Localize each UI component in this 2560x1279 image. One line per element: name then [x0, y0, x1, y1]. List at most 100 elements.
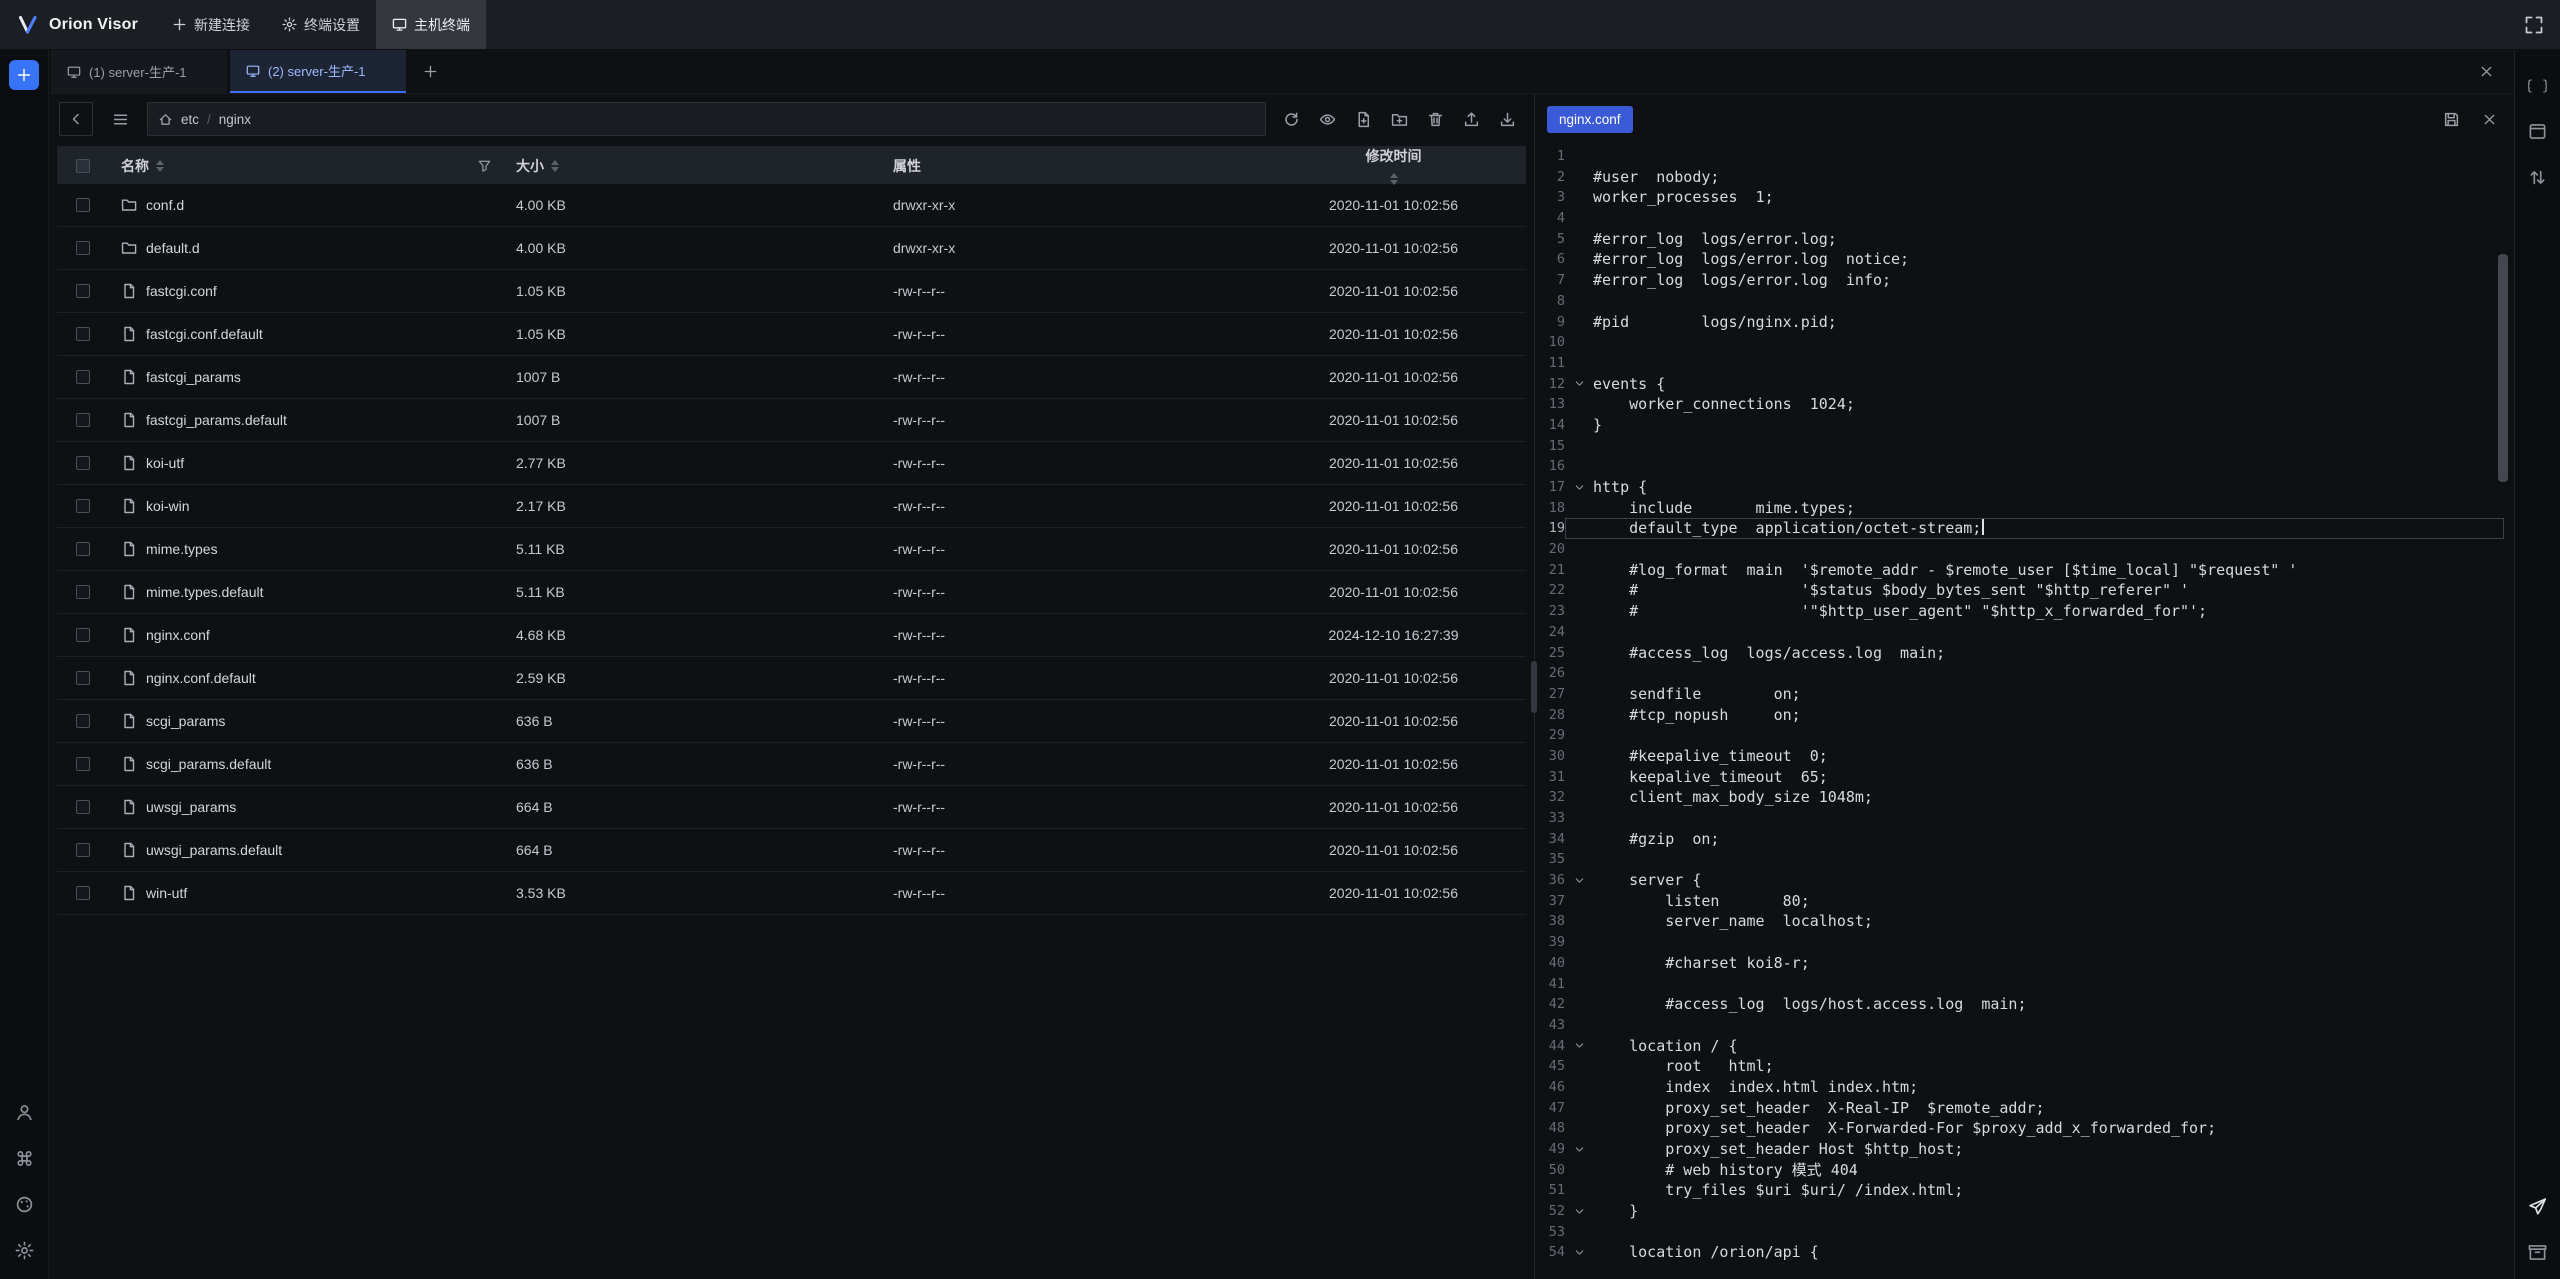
line-number[interactable]: 1 — [1535, 146, 1565, 167]
line-number[interactable]: 32 — [1535, 787, 1565, 808]
code-line[interactable]: 8 — [1535, 291, 2514, 312]
table-row[interactable]: uwsgi_params.default664 B-rw-r--r--2020-… — [57, 829, 1526, 872]
row-checkbox[interactable] — [76, 843, 90, 857]
braces-button[interactable]: { } — [2521, 68, 2555, 102]
sort-modified[interactable] — [1390, 173, 1398, 185]
back-button[interactable] — [59, 102, 93, 136]
code-line[interactable]: 6#error_log logs/error.log notice; — [1535, 249, 2514, 270]
fold-chevron-icon[interactable] — [1565, 1242, 1593, 1263]
line-number[interactable]: 7 — [1535, 270, 1565, 291]
line-number[interactable]: 5 — [1535, 229, 1565, 250]
line-number[interactable]: 31 — [1535, 767, 1565, 788]
row-checkbox[interactable] — [76, 800, 90, 814]
filter-icon[interactable] — [477, 158, 492, 173]
line-number[interactable]: 25 — [1535, 643, 1565, 664]
code-line[interactable]: 10 — [1535, 332, 2514, 353]
table-row[interactable]: koi-win2.17 KB-rw-r--r--2020-11-01 10:02… — [57, 485, 1526, 528]
code-line[interactable]: 28 #tcp_nopush on; — [1535, 705, 2514, 726]
fold-chevron-icon[interactable] — [1565, 1139, 1593, 1160]
save-button[interactable] — [2438, 106, 2464, 132]
column-header-size[interactable]: 大小 — [504, 146, 881, 185]
code-line[interactable]: 49 proxy_set_header Host $http_host; — [1535, 1139, 2514, 1160]
line-number[interactable]: 44 — [1535, 1036, 1565, 1057]
row-checkbox[interactable] — [76, 198, 90, 212]
code-line[interactable]: 12events { — [1535, 374, 2514, 395]
code-line[interactable]: 33 — [1535, 808, 2514, 829]
row-checkbox[interactable] — [76, 714, 90, 728]
row-checkbox[interactable] — [76, 413, 90, 427]
code-line[interactable]: 39 — [1535, 932, 2514, 953]
row-checkbox[interactable] — [76, 327, 90, 341]
line-number[interactable]: 6 — [1535, 249, 1565, 270]
code-line[interactable]: 3worker_processes 1; — [1535, 187, 2514, 208]
menu-item-new-connection[interactable]: 新建连接 — [156, 0, 266, 49]
line-number[interactable]: 47 — [1535, 1098, 1565, 1119]
row-checkbox[interactable] — [76, 499, 90, 513]
code-line[interactable]: 17http { — [1535, 477, 2514, 498]
fold-chevron-icon[interactable] — [1565, 477, 1593, 498]
table-row[interactable]: fastcgi.conf.default1.05 KB-rw-r--r--202… — [57, 313, 1526, 356]
code-line[interactable]: 7#error_log logs/error.log info; — [1535, 270, 2514, 291]
line-number[interactable]: 24 — [1535, 622, 1565, 643]
line-number[interactable]: 4 — [1535, 208, 1565, 229]
fold-chevron-icon[interactable] — [1565, 374, 1593, 395]
line-number[interactable]: 13 — [1535, 394, 1565, 415]
code-line[interactable]: 24 — [1535, 622, 2514, 643]
line-number[interactable]: 34 — [1535, 829, 1565, 850]
line-number[interactable]: 43 — [1535, 1015, 1565, 1036]
code-line[interactable]: 22 # '$status $body_bytes_sent "$http_re… — [1535, 580, 2514, 601]
row-checkbox[interactable] — [76, 542, 90, 556]
column-header-name[interactable]: 名称 — [109, 146, 504, 185]
line-number[interactable]: 30 — [1535, 746, 1565, 767]
code-line[interactable]: 19 default_type application/octet-stream… — [1535, 518, 2514, 539]
terminal-tab-2[interactable]: (2) server-生产-1 — [230, 50, 406, 93]
row-checkbox[interactable] — [76, 456, 90, 470]
select-all-checkbox[interactable] — [76, 159, 90, 173]
code-line[interactable]: 45 root html; — [1535, 1056, 2514, 1077]
code-line[interactable]: 21 #log_format main '$remote_addr - $rem… — [1535, 560, 2514, 581]
row-checkbox[interactable] — [76, 241, 90, 255]
line-number[interactable]: 51 — [1535, 1180, 1565, 1201]
command-button[interactable] — [7, 1141, 41, 1175]
code-line[interactable]: 13 worker_connections 1024; — [1535, 394, 2514, 415]
editor-scrollbar[interactable] — [2498, 254, 2508, 482]
swap-button[interactable] — [2521, 160, 2555, 194]
column-header-modified[interactable]: 修改时间 — [1261, 146, 1526, 185]
line-number[interactable]: 54 — [1535, 1242, 1565, 1263]
line-number[interactable]: 20 — [1535, 539, 1565, 560]
fold-chevron-icon[interactable] — [1565, 1036, 1593, 1057]
code-line[interactable]: 9#pid logs/nginx.pid; — [1535, 312, 2514, 333]
new-folder-button[interactable] — [1384, 104, 1414, 134]
line-number[interactable]: 33 — [1535, 808, 1565, 829]
line-number[interactable]: 40 — [1535, 953, 1565, 974]
panel-close-button[interactable] — [2459, 50, 2514, 93]
fold-chevron-icon[interactable] — [1565, 1201, 1593, 1222]
code-line[interactable]: 52 } — [1535, 1201, 2514, 1222]
row-checkbox[interactable] — [76, 886, 90, 900]
code-line[interactable]: 32 client_max_body_size 1048m; — [1535, 787, 2514, 808]
code-line[interactable]: 25 #access_log logs/access.log main; — [1535, 643, 2514, 664]
code-line[interactable]: 1 — [1535, 146, 2514, 167]
sort-name[interactable] — [156, 160, 164, 172]
table-row[interactable]: mime.types5.11 KB-rw-r--r--2020-11-01 10… — [57, 528, 1526, 571]
row-checkbox[interactable] — [76, 671, 90, 685]
eye-button[interactable] — [1312, 104, 1342, 134]
code-line[interactable]: 40 #charset koi8-r; — [1535, 953, 2514, 974]
code-line[interactable]: 2#user nobody; — [1535, 167, 2514, 188]
code-line[interactable]: 30 #keepalive_timeout 0; — [1535, 746, 2514, 767]
line-number[interactable]: 48 — [1535, 1118, 1565, 1139]
line-number[interactable]: 2 — [1535, 167, 1565, 188]
code-line[interactable]: 11 — [1535, 353, 2514, 374]
code-line[interactable]: 16 — [1535, 456, 2514, 477]
code-line[interactable]: 36 server { — [1535, 870, 2514, 891]
code-line[interactable]: 43 — [1535, 1015, 2514, 1036]
new-connection-button[interactable] — [9, 60, 39, 90]
line-number[interactable]: 23 — [1535, 601, 1565, 622]
breadcrumb-segment[interactable]: nginx — [219, 112, 251, 127]
table-row[interactable]: win-utf3.53 KB-rw-r--r--2020-11-01 10:02… — [57, 872, 1526, 915]
table-row[interactable]: scgi_params.default636 B-rw-r--r--2020-1… — [57, 743, 1526, 786]
code-line[interactable]: 31 keepalive_timeout 65; — [1535, 767, 2514, 788]
line-number[interactable]: 9 — [1535, 312, 1565, 333]
table-row[interactable]: fastcgi_params.default1007 B-rw-r--r--20… — [57, 399, 1526, 442]
code-line[interactable]: 44 location / { — [1535, 1036, 2514, 1057]
